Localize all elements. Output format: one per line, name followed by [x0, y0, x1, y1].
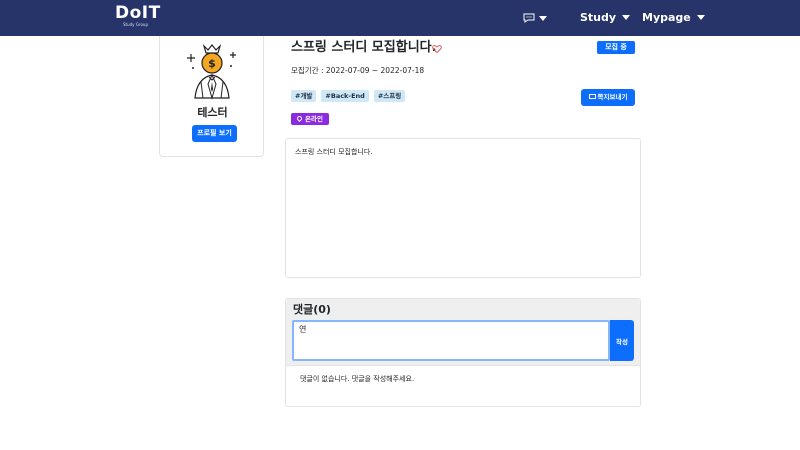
send-message-label: 쪽지보내기: [597, 93, 628, 101]
heart-outline-icon[interactable]: [432, 44, 442, 54]
mail-icon: [588, 93, 596, 99]
location-badge: 온라인: [291, 113, 329, 125]
submit-comment-button[interactable]: 작성: [610, 320, 634, 361]
view-profile-button[interactable]: 프로필 보기: [192, 125, 237, 142]
post-content-box: 스프링 스터디 모집합니다.: [285, 138, 641, 278]
tag-item[interactable]: #스프링: [373, 90, 406, 102]
tag-item[interactable]: #개발: [291, 90, 317, 102]
post-content: 스프링 스터디 모집합니다.: [295, 148, 373, 156]
location-label: 온라인: [305, 115, 323, 123]
chat-menu-toggle[interactable]: [523, 12, 549, 26]
nav-study-dropdown[interactable]: Study: [580, 10, 631, 26]
empty-comments-message: 댓글이 없습니다. 댓글을 작성해주세요.: [300, 375, 415, 383]
nav-mypage-dropdown[interactable]: Mypage: [642, 10, 705, 26]
send-message-button[interactable]: 쪽지보내기: [581, 89, 635, 106]
site-logo[interactable]: DoIT Study Group: [115, 4, 165, 32]
map-pin-icon: [295, 114, 304, 122]
comments-section: 댓글(0) 연 작성 댓글이 없습니다. 댓글을 작성해주세요.: [285, 298, 641, 407]
tag-list: #개발 #Back-End #스프링: [291, 90, 406, 102]
top-navbar: DoIT Study Group Study Mypage: [0, 0, 800, 36]
logo-text: DoIT: [115, 3, 161, 23]
chat-bubble-icon: [523, 13, 535, 23]
chevron-down-icon: [622, 14, 631, 20]
recruit-status-badge: 모집 중: [597, 41, 635, 54]
svg-text:$: $: [208, 57, 216, 70]
chevron-down-icon: [539, 16, 547, 21]
chevron-down-icon: [696, 14, 705, 20]
comment-form: 댓글(0) 연 작성: [286, 299, 640, 366]
comments-title: 댓글(0): [293, 303, 331, 316]
nav-study-label: Study: [580, 11, 617, 24]
tag-item[interactable]: #Back-End: [321, 90, 369, 102]
nav-mypage-label: Mypage: [642, 11, 691, 24]
comment-input[interactable]: 연: [292, 320, 610, 361]
post-title: 스프링 스터디 모집합니다.: [291, 40, 437, 55]
author-profile-card: $ 테스터 프로필 보기: [159, 36, 264, 157]
money-bag-person-icon: $: [187, 43, 236, 100]
recruit-period: 모집기간 : 2022-07-09 ~ 2022-07-18: [291, 66, 425, 75]
author-name: 테스터: [197, 106, 228, 119]
